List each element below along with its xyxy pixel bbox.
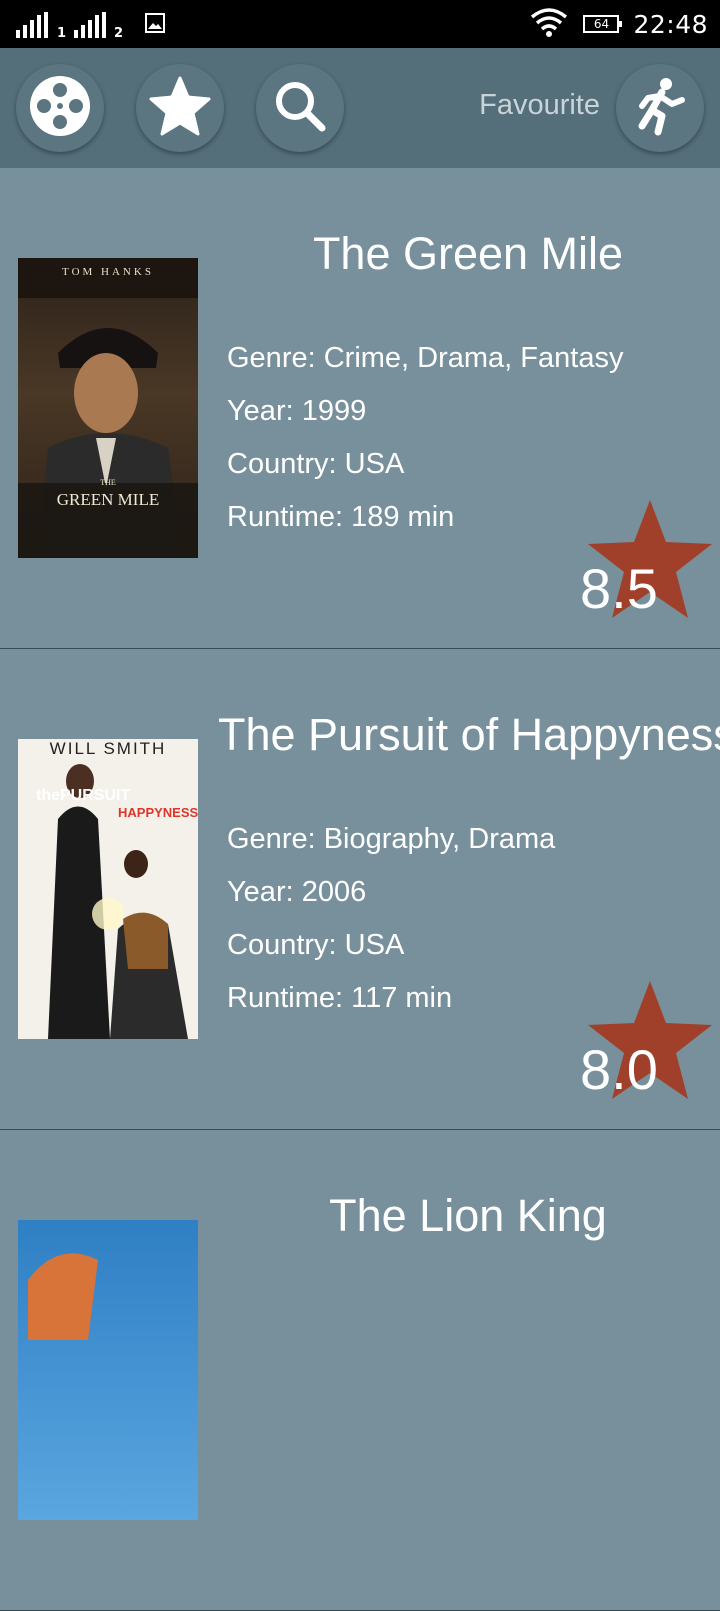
status-bar: 1 2 64 22:48 [0,0,720,48]
search-button[interactable] [256,64,344,152]
poster-small-text: THE [100,478,116,487]
movie-runtime: Runtime: 117 min [227,982,453,1014]
star-icon [149,76,211,140]
movie-year: Year: 1999 [227,395,367,427]
movie-genre: Genre: Biography, Drama [227,823,556,855]
movie-list: TOM HANKS THE GREEN MILE The Green Mile … [0,168,720,1611]
poster-actor-text: TOM HANKS [62,266,154,278]
movies-button[interactable] [16,64,104,152]
movie-title: The Pursuit of Happyness [218,709,720,760]
wifi-icon [529,6,569,42]
favourites-button[interactable] [136,64,224,152]
toolbar: Favourite [0,48,720,168]
movie-poster: WILL SMITH thePURSUIT HAPPYNESS [18,739,198,1039]
film-reel-icon [28,74,92,142]
signal-strength-icon-sim2 [74,12,108,38]
movie-year: Year: 2006 [227,876,367,908]
movie-item[interactable]: The Lion King [0,1130,720,1611]
clock: 22:48 [633,9,708,39]
running-person-icon [632,76,688,140]
activity-button[interactable] [616,64,704,152]
movie-genre: Genre: Crime, Drama, Fantasy [227,342,624,374]
sim1-label: 1 [57,26,67,41]
poster-title-text-2: HAPPYNESS [118,805,198,820]
sim2-label: 2 [114,26,124,41]
gallery-notification-icon [145,13,165,33]
movie-item[interactable]: TOM HANKS THE GREEN MILE The Green Mile … [0,168,720,649]
movie-rating: 8.5 [580,557,658,620]
battery-icon: 64 [583,15,623,33]
favourite-label: Favourite [479,89,600,121]
poster-title-text-1: thePURSUIT [36,787,131,804]
movie-country: Country: USA [227,929,405,961]
movie-item[interactable]: WILL SMITH thePURSUIT HAPPYNESS The Purs… [0,649,720,1130]
poster-title-text: GREEN MILE [56,490,160,509]
search-icon [272,78,328,138]
poster-actor-text: WILL SMITH [49,739,167,758]
movie-rating: 8.0 [580,1038,658,1101]
movie-poster: TOM HANKS THE GREEN MILE [18,258,198,558]
movie-poster [18,1220,198,1520]
movie-title: The Green Mile [312,228,624,279]
movie-country: Country: USA [227,448,405,480]
movie-title: The Lion King [329,1190,607,1241]
signal-strength-icon-sim1 [16,12,50,38]
movie-runtime: Runtime: 189 min [227,501,455,533]
